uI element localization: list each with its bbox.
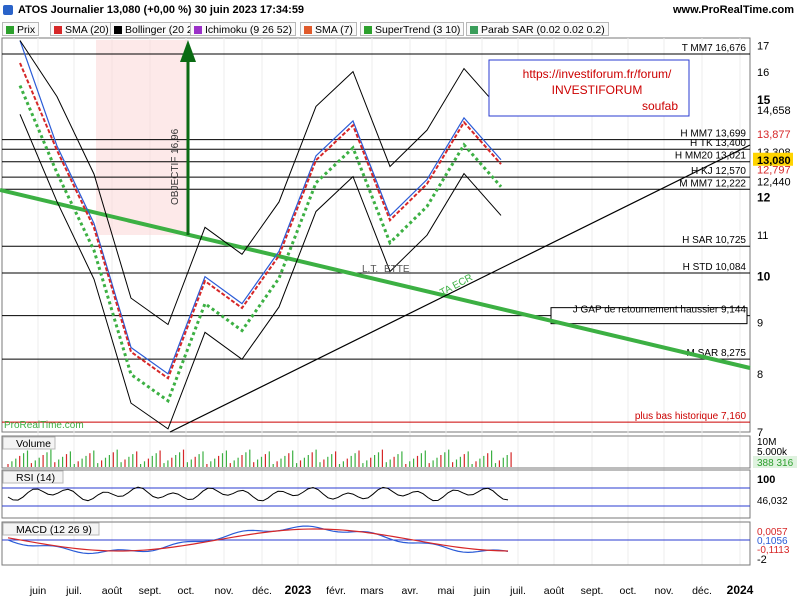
level-label: M MM7 12,222 <box>679 178 746 189</box>
price-tick-label: 9 <box>757 318 763 330</box>
annotation-brand: INVESTIFORUM <box>552 83 643 97</box>
price-tick-label: 12,440 <box>757 177 791 189</box>
volume-last-label: 388 316 <box>757 458 794 469</box>
x-tick-label: juin <box>29 585 47 597</box>
watermark-label: ProRealTime.com <box>4 420 84 431</box>
rsi-tick-label: 100 <box>757 474 775 486</box>
price-tick-label: 14,658 <box>757 105 791 117</box>
macd-tick-label: -2 <box>757 554 767 566</box>
x-tick-label: sept. <box>139 585 162 597</box>
level-label: H STD 10,084 <box>683 262 747 273</box>
level-label: H KJ 12,570 <box>691 166 746 177</box>
x-tick-label: nov. <box>654 585 673 597</box>
macd-title: MACD (12 26 9) <box>16 524 92 536</box>
rsi-series-line <box>7 486 509 502</box>
rsi-panel-frame <box>1 469 751 519</box>
objective-label: OBJECTIF 16,96 <box>170 128 181 205</box>
trend-label: ETTE <box>384 264 410 275</box>
x-tick-label: mai <box>438 585 455 597</box>
x-tick-label: déc. <box>692 585 712 597</box>
x-tick-label: nov. <box>214 585 233 597</box>
annotation-url: https://investiforum.fr/forum/ <box>523 67 672 81</box>
price-tick-label: 17 <box>757 41 769 53</box>
macd-panel-frame <box>1 521 751 566</box>
level-label: H TK 13,400 <box>690 138 746 149</box>
x-tick-label: avr. <box>402 585 419 597</box>
price-tick-label: 8 <box>757 369 763 381</box>
x-tick-label: févr. <box>326 585 346 597</box>
trend-label: TA ECR <box>438 272 474 298</box>
rsi-title: RSI (14) <box>16 472 55 484</box>
rsi-last-label: 46,032 <box>757 496 788 507</box>
x-tick-label: juil. <box>65 585 82 597</box>
annotation-author: soufab <box>642 99 678 113</box>
price-tick-label: 16 <box>757 67 769 79</box>
x-tick-label: mars <box>360 585 383 597</box>
x-tick-label: oct. <box>178 585 195 597</box>
x-tick-label: août <box>544 585 565 597</box>
supertrend-line <box>18 84 503 404</box>
level-label: plus bas historique 7,160 <box>635 411 747 422</box>
price-tick-label: 12 <box>757 190 771 204</box>
x-tick-label: juin <box>473 585 491 597</box>
x-tick-label: août <box>102 585 123 597</box>
level-label: T MM7 16,676 <box>682 43 747 54</box>
level-label: J GAP de retournement haussier 9,144 <box>573 305 747 316</box>
price-tick-label: 11 <box>757 230 768 242</box>
price-chart[interactable]: T MM7 16,676H MM7 13,699H TK 13,400H MM2… <box>0 0 800 600</box>
x-tick-label: 2024 <box>727 583 754 597</box>
x-tick-label: 2023 <box>285 583 312 597</box>
price-tick-label: 12,797 <box>757 164 791 176</box>
price-tick-label: 13,877 <box>757 129 791 141</box>
x-tick-label: juil. <box>509 585 526 597</box>
volume-title: Volume <box>16 438 51 450</box>
volume-panel-frame <box>1 435 751 469</box>
price-series-line <box>19 40 502 375</box>
x-tick-label: oct. <box>620 585 637 597</box>
x-tick-label: déc. <box>252 585 272 597</box>
trend-label: L.T. <box>362 264 378 275</box>
x-tick-label: sept. <box>581 585 604 597</box>
level-label: H SAR 10,725 <box>682 235 746 246</box>
price-tick-label: 10 <box>757 270 771 284</box>
